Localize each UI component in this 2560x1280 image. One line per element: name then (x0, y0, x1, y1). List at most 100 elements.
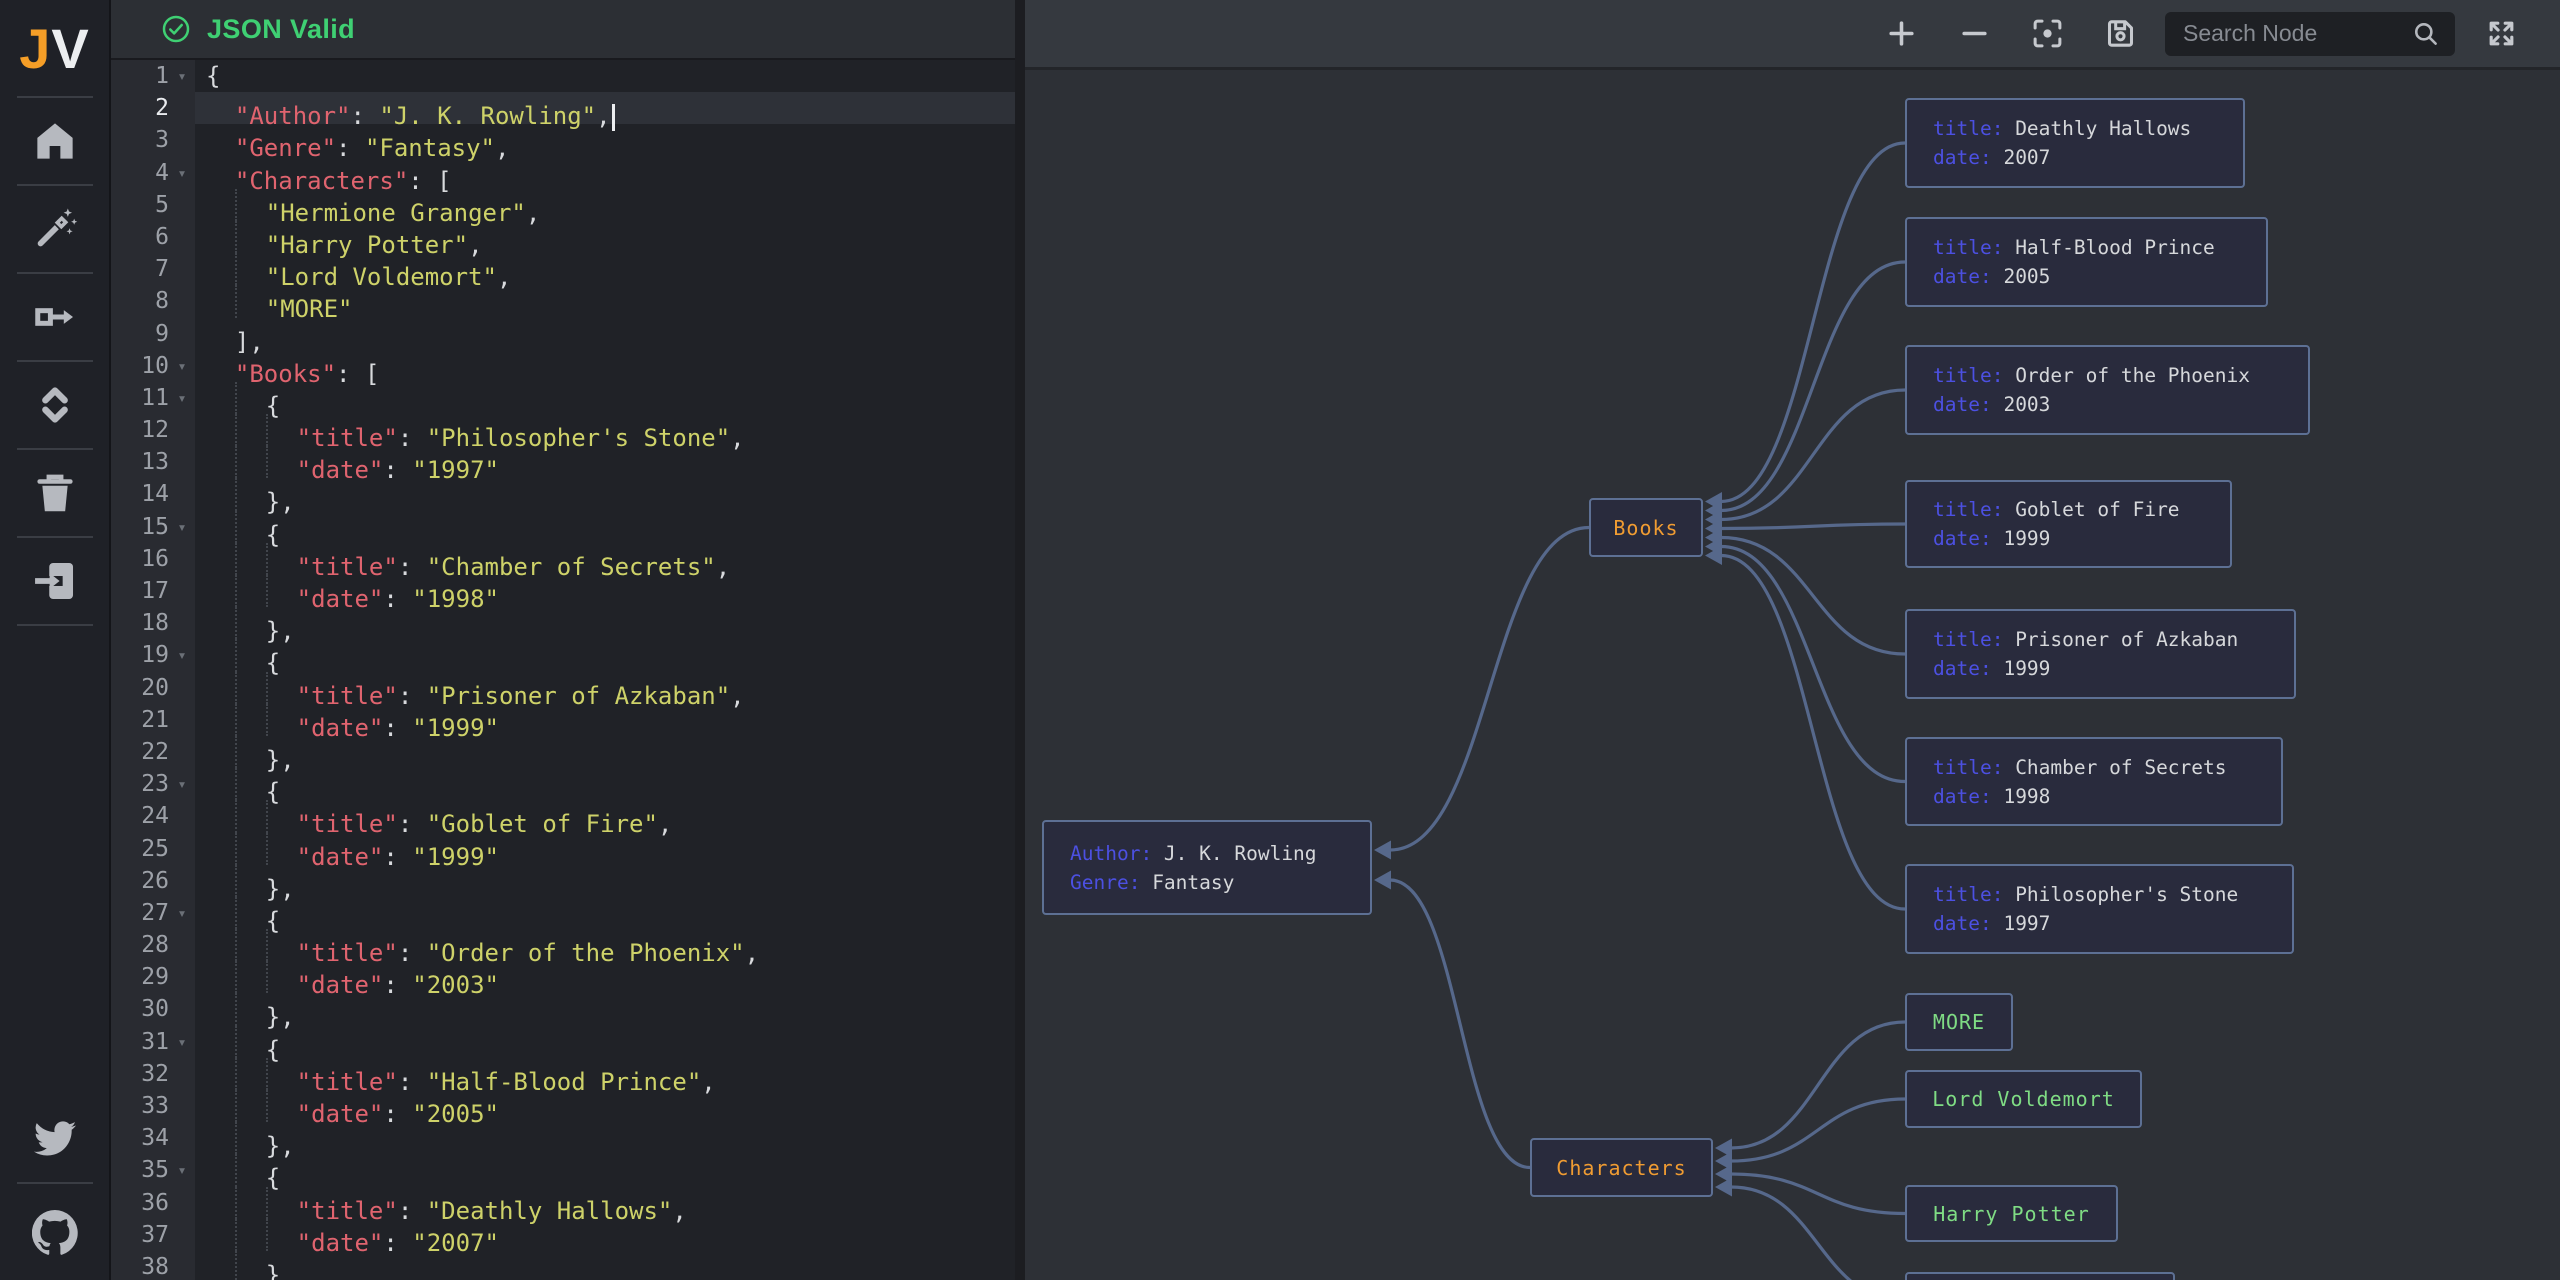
code-line-4[interactable]: 4▾"Characters": [ (111, 157, 1015, 189)
code-line-text[interactable]: } (195, 1251, 1015, 1280)
code-line-text[interactable]: "date": "2007" (195, 1219, 1015, 1251)
twitter-link[interactable] (0, 1096, 109, 1182)
code-line-text[interactable]: "title": "Philosopher's Stone", (195, 414, 1015, 446)
fold-toggle-icon[interactable]: ▾ (169, 768, 195, 800)
code-line-text[interactable]: { (195, 1154, 1015, 1186)
auto-format-button[interactable] (0, 186, 109, 272)
code-line-text[interactable]: }, (195, 1122, 1015, 1154)
code-line-text[interactable]: "date": "1998" (195, 575, 1015, 607)
code-line-31[interactable]: 31▾{ (111, 1026, 1015, 1058)
fullscreen-button[interactable] (2485, 17, 2518, 50)
search-node-input[interactable] (2181, 19, 2412, 48)
code-line-text[interactable]: }, (195, 478, 1015, 510)
code-line-17[interactable]: 17"date": "1998" (111, 575, 1015, 607)
node-view-button[interactable] (0, 274, 109, 360)
code-line-text[interactable]: "Harry Potter", (195, 221, 1015, 253)
code-line-6[interactable]: 6"Harry Potter", (111, 221, 1015, 253)
code-line-text[interactable]: "Lord Voldemort", (195, 253, 1015, 285)
fold-toggle-icon[interactable]: ▾ (169, 511, 195, 543)
code-line-36[interactable]: 36"title": "Deathly Hallows", (111, 1187, 1015, 1219)
code-line-text[interactable]: { (195, 897, 1015, 929)
code-line-3[interactable]: 3"Genre": "Fantasy", (111, 124, 1015, 156)
code-line-2[interactable]: 2"Author": "J. K. Rowling", (111, 92, 1015, 124)
json-code-editor[interactable]: 1▾{2"Author": "J. K. Rowling",3"Genre": … (111, 60, 1015, 1280)
code-line-text[interactable]: "title": "Deathly Hallows", (195, 1187, 1015, 1219)
code-line-32[interactable]: 32"title": "Half-Blood Prince", (111, 1058, 1015, 1090)
code-line-37[interactable]: 37"date": "2007" (111, 1219, 1015, 1251)
fold-toggle-icon[interactable]: ▾ (169, 157, 195, 189)
code-line-15[interactable]: 15▾{ (111, 511, 1015, 543)
app-logo[interactable]: JV (19, 0, 90, 96)
graph-panel[interactable]: Author: J. K. RowlingGenre: FantasyBooks… (1025, 0, 2560, 1280)
code-line-1[interactable]: 1▾{ (111, 60, 1015, 92)
code-line-text[interactable]: }, (195, 993, 1015, 1025)
zoom-in-button[interactable] (1885, 17, 1918, 50)
github-link[interactable] (0, 1184, 109, 1280)
clear-json-button[interactable] (0, 450, 109, 536)
save-button[interactable] (2104, 17, 2137, 50)
code-line-9[interactable]: 9], (111, 318, 1015, 350)
code-line-13[interactable]: 13"date": "1997" (111, 446, 1015, 478)
code-line-text[interactable]: "Books": [ (195, 350, 1015, 382)
graph-node-c2[interactable]: Lord Voldemort (1905, 1070, 2142, 1128)
code-line-21[interactable]: 21"date": "1999" (111, 704, 1015, 736)
code-line-text[interactable]: "Genre": "Fantasy", (195, 124, 1015, 156)
code-line-text[interactable]: { (195, 511, 1015, 543)
code-line-24[interactable]: 24"title": "Goblet of Fire", (111, 800, 1015, 832)
code-line-33[interactable]: 33"date": "2005" (111, 1090, 1015, 1122)
graph-node-b6[interactable]: title: Chamber of Secretsdate: 1998 (1905, 737, 2283, 826)
code-line-text[interactable]: }, (195, 607, 1015, 639)
code-line-18[interactable]: 18}, (111, 607, 1015, 639)
code-line-text[interactable]: "Characters": [ (195, 157, 1015, 189)
code-line-text[interactable]: "title": "Order of the Phoenix", (195, 929, 1015, 961)
code-line-text[interactable]: "title": "Chamber of Secrets", (195, 543, 1015, 575)
code-line-text[interactable]: "MORE" (195, 285, 1015, 317)
code-line-19[interactable]: 19▾{ (111, 639, 1015, 671)
import-json-button[interactable] (0, 538, 109, 624)
fold-toggle-icon[interactable]: ▾ (169, 897, 195, 929)
fold-toggle-button[interactable] (0, 362, 109, 448)
zoom-out-button[interactable] (1958, 17, 1991, 50)
code-line-8[interactable]: 8"MORE" (111, 285, 1015, 317)
graph-node-b1[interactable]: title: Deathly Hallowsdate: 2007 (1905, 98, 2245, 188)
graph-node-b5[interactable]: title: Prisoner of Azkabandate: 1999 (1905, 609, 2296, 699)
code-line-26[interactable]: 26}, (111, 865, 1015, 897)
code-line-text[interactable]: "date": "1999" (195, 704, 1015, 736)
center-view-button[interactable] (2031, 17, 2064, 50)
code-line-28[interactable]: 28"title": "Order of the Phoenix", (111, 929, 1015, 961)
graph-node-b2[interactable]: title: Half-Blood Princedate: 2005 (1905, 217, 2268, 307)
code-line-38[interactable]: 38} (111, 1251, 1015, 1280)
graph-node-characters[interactable]: Characters (1530, 1138, 1713, 1197)
code-line-text[interactable]: "title": "Goblet of Fire", (195, 800, 1015, 832)
code-line-10[interactable]: 10▾"Books": [ (111, 350, 1015, 382)
search-node-box[interactable] (2165, 12, 2455, 56)
code-line-23[interactable]: 23▾{ (111, 768, 1015, 800)
code-line-text[interactable]: { (195, 639, 1015, 671)
graph-node-root[interactable]: Author: J. K. RowlingGenre: Fantasy (1042, 820, 1372, 915)
code-line-30[interactable]: 30}, (111, 993, 1015, 1025)
code-line-35[interactable]: 35▾{ (111, 1154, 1015, 1186)
code-line-text[interactable]: "Hermione Granger", (195, 189, 1015, 221)
code-line-text[interactable]: ], (195, 318, 1015, 350)
code-line-7[interactable]: 7"Lord Voldemort", (111, 253, 1015, 285)
code-line-11[interactable]: 11▾{ (111, 382, 1015, 414)
code-line-text[interactable]: { (195, 60, 1015, 92)
code-line-text[interactable]: { (195, 768, 1015, 800)
fold-toggle-icon[interactable]: ▾ (169, 382, 195, 414)
graph-node-b3[interactable]: title: Order of the Phoenixdate: 2003 (1905, 345, 2310, 435)
code-line-22[interactable]: 22}, (111, 736, 1015, 768)
code-line-text[interactable]: "Author": "J. K. Rowling", (195, 92, 1015, 124)
code-line-25[interactable]: 25"date": "1999" (111, 833, 1015, 865)
code-line-text[interactable]: "date": "2003" (195, 961, 1015, 993)
code-line-29[interactable]: 29"date": "2003" (111, 961, 1015, 993)
fold-toggle-icon[interactable]: ▾ (169, 1026, 195, 1058)
code-line-text[interactable]: "title": "Prisoner of Azkaban", (195, 672, 1015, 704)
code-line-text[interactable]: "date": "1997" (195, 446, 1015, 478)
code-line-5[interactable]: 5"Hermione Granger", (111, 189, 1015, 221)
code-line-16[interactable]: 16"title": "Chamber of Secrets", (111, 543, 1015, 575)
graph-node-c3[interactable]: Harry Potter (1905, 1185, 2118, 1242)
code-line-34[interactable]: 34}, (111, 1122, 1015, 1154)
code-line-text[interactable]: "date": "1999" (195, 833, 1015, 865)
graph-node-c1[interactable]: MORE (1905, 993, 2013, 1051)
panel-divider[interactable] (1015, 0, 1025, 1280)
